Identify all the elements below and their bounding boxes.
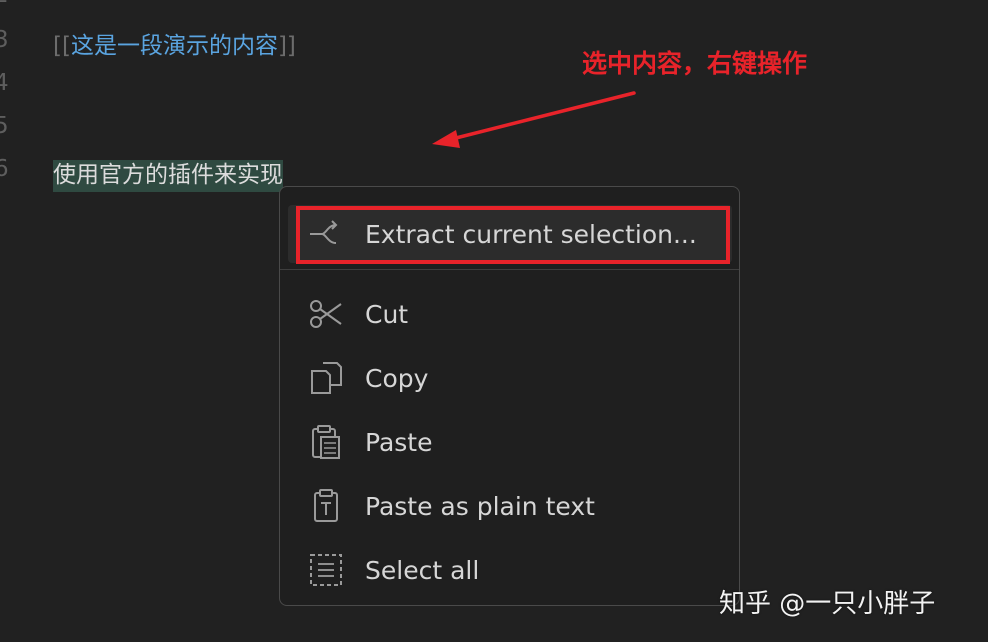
copy-icon xyxy=(306,358,346,398)
menu-item-label: Copy xyxy=(365,363,429,393)
menu-item-label: Extract current selection... xyxy=(365,219,697,249)
menu-item-copy[interactable]: Copy xyxy=(288,349,732,407)
menu-item-label: Paste xyxy=(365,427,433,457)
scissors-icon xyxy=(306,294,346,334)
line-number: 2 xyxy=(0,0,9,8)
context-menu: Extract current selection... Cut Copy Pa… xyxy=(279,186,740,606)
select-all-icon xyxy=(306,550,346,590)
link-open-brackets: [[ xyxy=(53,33,71,59)
editor-line-selected[interactable]: 使用官方的插件来实现 xyxy=(53,155,283,192)
line-number: 3 xyxy=(0,27,9,53)
screenshot-root: 2 3 4 5 6 [[这是一段演示的内容]] 使用官方的插件来实现 选中内容，… xyxy=(0,0,988,642)
menu-item-label: Paste as plain text xyxy=(365,491,595,521)
extract-icon xyxy=(306,214,346,254)
editor-line-link[interactable]: [[这是一段演示的内容]] xyxy=(53,26,296,60)
menu-item-paste-plain-text[interactable]: Paste as plain text xyxy=(288,477,732,535)
menu-separator xyxy=(280,269,739,270)
line-number: 6 xyxy=(0,156,9,182)
menu-item-cut[interactable]: Cut xyxy=(288,285,732,343)
internal-link[interactable]: 这是一段演示的内容 xyxy=(71,33,278,59)
watermark: 知乎 @一只小胖子 xyxy=(719,589,936,619)
link-close-brackets: ]] xyxy=(277,33,296,59)
line-number: 4 xyxy=(0,70,9,96)
line-number: 5 xyxy=(0,113,9,139)
paste-icon xyxy=(306,422,346,462)
selected-text[interactable]: 使用官方的插件来实现 xyxy=(53,160,283,192)
annotation-label: 选中内容，右键操作 xyxy=(582,49,808,78)
paste-plain-text-icon xyxy=(306,486,346,526)
menu-item-extract-selection[interactable]: Extract current selection... xyxy=(288,205,732,263)
menu-item-label: Select all xyxy=(365,555,480,585)
menu-item-select-all[interactable]: Select all xyxy=(288,541,732,599)
menu-item-label: Cut xyxy=(365,299,409,329)
menu-item-paste[interactable]: Paste xyxy=(288,413,732,471)
